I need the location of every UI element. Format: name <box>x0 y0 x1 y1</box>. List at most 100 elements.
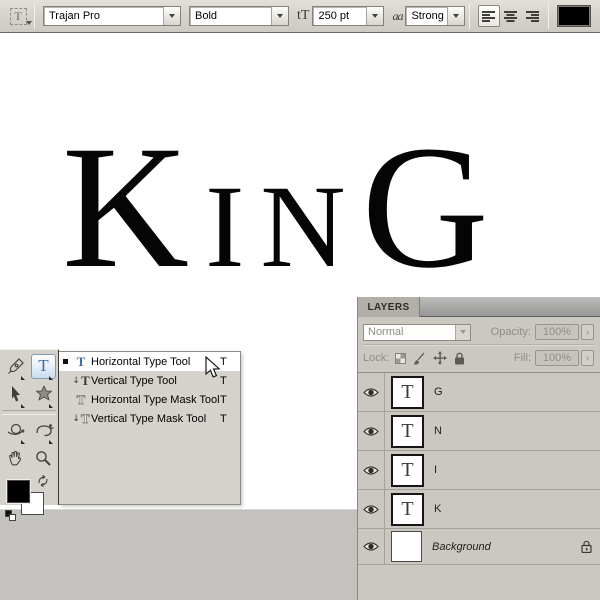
flyout-indicator <box>21 372 25 380</box>
blend-mode-value: Normal <box>364 326 455 338</box>
chevron-down-icon <box>26 21 32 25</box>
eye-icon <box>363 541 379 552</box>
flyout-indicator <box>49 400 53 408</box>
opacity-label: Opacity: <box>491 326 535 338</box>
align-right-button[interactable] <box>522 5 544 27</box>
layer-row-k[interactable]: T K <box>358 490 600 529</box>
font-size-select[interactable]: 250 pt <box>312 6 384 26</box>
chevron-down-icon <box>169 14 175 18</box>
anti-alias-select[interactable]: Strong <box>405 6 465 26</box>
layer-name[interactable]: I <box>434 464 437 476</box>
layer-name[interactable]: G <box>434 386 443 398</box>
canvas-text-king: KING <box>62 120 505 296</box>
eye-icon <box>363 504 379 515</box>
menu-item-label: Vertical Type Mask Tool <box>91 413 220 425</box>
direct-selection-tool-button[interactable] <box>2 380 29 408</box>
visibility-toggle[interactable] <box>358 373 385 411</box>
lock-position-icon[interactable] <box>433 351 447 365</box>
visibility-toggle[interactable] <box>358 490 385 528</box>
menu-item-label: Horizontal Type Mask Tool <box>91 394 220 406</box>
lock-buttons <box>395 351 465 365</box>
layer-thumbnail[interactable]: T <box>391 376 424 409</box>
layer-name[interactable]: N <box>434 425 442 437</box>
lock-all-icon[interactable] <box>454 352 465 365</box>
canvas-letter: K <box>62 110 205 305</box>
layer-row-n[interactable]: T N <box>358 412 600 451</box>
layer-thumbnail[interactable]: T <box>391 415 424 448</box>
hand-tool-button[interactable] <box>2 444 29 472</box>
font-family-dropdown-button[interactable] <box>163 7 180 25</box>
fill-value[interactable]: 100% <box>535 350 579 366</box>
eye-icon <box>363 426 379 437</box>
menu-item-label: Horizontal Type Tool <box>91 356 220 368</box>
swap-colors-icon[interactable] <box>36 474 50 490</box>
font-size-value: 250 pt <box>313 10 366 22</box>
zoom-tool-button[interactable] <box>30 444 57 472</box>
custom-shape-tool-button[interactable] <box>30 380 57 408</box>
layer-name[interactable]: K <box>434 503 441 515</box>
opacity-slider-button[interactable]: › <box>581 324 594 340</box>
fill-label: Fill: <box>514 352 535 364</box>
fill-slider-button[interactable]: › <box>581 350 594 366</box>
foreground-color-swatch[interactable] <box>7 480 30 503</box>
type-tool-button[interactable]: T <box>30 352 57 380</box>
flyout-indicator <box>21 400 25 408</box>
horizontal-type-mask-icon: T <box>71 392 91 408</box>
3d-rotate-tool-button[interactable] <box>2 416 29 444</box>
visibility-toggle[interactable] <box>358 529 385 564</box>
toolbox: T <box>0 349 59 505</box>
divider <box>548 3 549 29</box>
lock-transparency-icon[interactable] <box>395 353 406 364</box>
layers-panel-controls: Normal Opacity: 100% › Lock: <box>358 317 600 369</box>
menu-item-shortcut: T <box>220 356 240 368</box>
3d-orbit-tool-button[interactable] <box>30 416 57 444</box>
active-tool-bullet <box>59 359 71 364</box>
flyout-indicator <box>21 436 25 444</box>
pen-tool-button[interactable] <box>2 352 29 380</box>
tab-layers[interactable]: LAYERS <box>358 297 420 317</box>
hand-icon <box>6 449 25 468</box>
visibility-toggle[interactable] <box>358 412 385 450</box>
blend-mode-select[interactable]: Normal <box>363 324 471 341</box>
eye-icon <box>363 465 379 476</box>
canvas-letter: I <box>205 161 260 292</box>
menu-item-shortcut: T <box>220 375 240 387</box>
menu-item-horizontal-type-mask-tool[interactable]: T Horizontal Type Mask Tool T <box>59 390 240 409</box>
type-options-bar: T Trajan Pro Bold tT 250 pt aa Strong <box>0 0 600 33</box>
layer-thumbnail[interactable]: T <box>391 454 424 487</box>
font-style-select[interactable]: Bold <box>189 6 289 26</box>
align-center-icon <box>504 10 518 23</box>
align-left-button[interactable] <box>478 5 500 27</box>
layer-list: T G T N T I T K <box>358 373 600 565</box>
visibility-toggle[interactable] <box>358 451 385 489</box>
anti-alias-dropdown-button[interactable] <box>447 7 464 25</box>
panel-tab-bar: LAYERS <box>358 297 600 317</box>
default-colors-icon[interactable] <box>5 510 16 521</box>
align-center-button[interactable] <box>500 5 522 27</box>
anti-alias-value: Strong <box>406 10 447 22</box>
font-family-select[interactable]: Trajan Pro <box>43 6 181 26</box>
layer-locked-icon <box>581 540 592 553</box>
tool-preset-picker[interactable]: T <box>6 5 30 27</box>
eye-icon <box>363 387 379 398</box>
layer-thumbnail[interactable]: T <box>391 493 424 526</box>
layer-row-i[interactable]: T I <box>358 451 600 490</box>
menu-item-vertical-type-mask-tool[interactable]: ↓T Vertical Type Mask Tool T <box>59 409 240 428</box>
default-background-chip <box>9 514 16 521</box>
blend-mode-dropdown-button[interactable] <box>455 325 470 340</box>
layer-row-g[interactable]: T G <box>358 373 600 412</box>
text-color-swatch[interactable] <box>557 5 591 27</box>
lock-paint-brush-icon[interactable] <box>413 352 426 365</box>
layer-row-background[interactable]: Background <box>358 529 600 565</box>
chevron-down-icon <box>453 14 459 18</box>
mouse-cursor-icon <box>205 356 223 383</box>
font-size-icon: tT <box>297 8 309 24</box>
menu-item-label: Vertical Type Tool <box>91 375 220 387</box>
flyout-indicator <box>49 436 53 444</box>
font-style-dropdown-button[interactable] <box>271 7 288 25</box>
layer-thumbnail[interactable] <box>391 531 422 562</box>
chevron-down-icon <box>460 330 466 334</box>
layer-name[interactable]: Background <box>432 541 491 553</box>
font-size-dropdown-button[interactable] <box>366 7 383 25</box>
opacity-value[interactable]: 100% <box>535 324 579 340</box>
